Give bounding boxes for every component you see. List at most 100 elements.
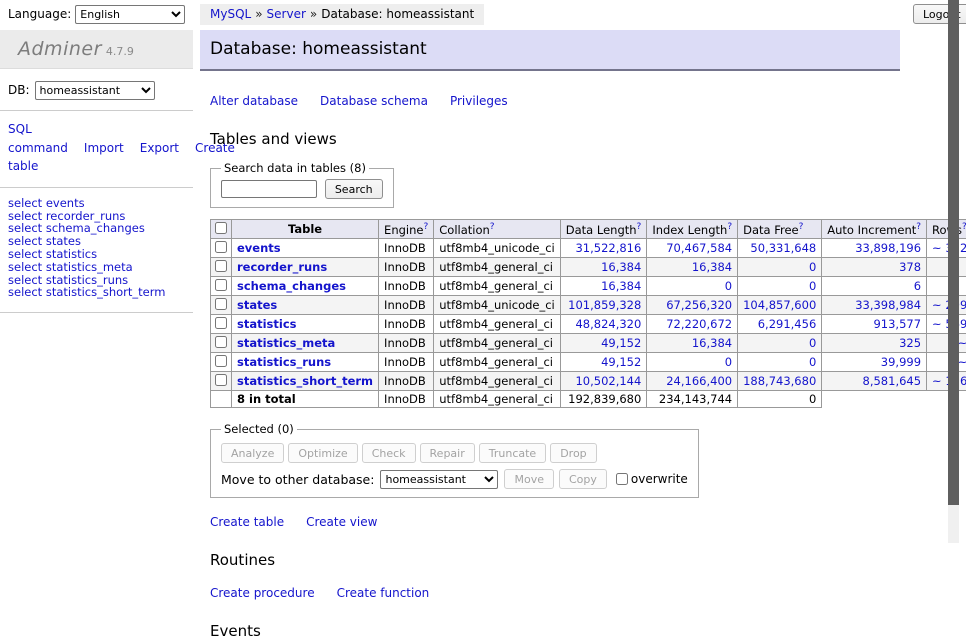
data-free-link[interactable]: 50,331,648 (750, 241, 816, 255)
index-length-link[interactable]: 72,220,672 (666, 317, 732, 331)
row-checkbox[interactable] (215, 260, 227, 272)
select-all-checkbox[interactable] (215, 222, 227, 234)
row-checkbox[interactable] (215, 374, 227, 386)
drop-button[interactable]: Drop (550, 443, 596, 463)
help-icon[interactable]: ? (916, 222, 921, 232)
index-length-link[interactable]: 24,166,400 (666, 374, 732, 388)
data-free-link[interactable]: 104,857,600 (743, 298, 816, 312)
search-button[interactable]: Search (325, 179, 383, 199)
table-name-link-states[interactable]: states (237, 298, 277, 312)
data-length-link[interactable]: 48,824,320 (575, 317, 641, 331)
link-create-view[interactable]: Create view (306, 515, 377, 529)
data-length-link[interactable]: 16,384 (601, 260, 641, 274)
move-button[interactable]: Move (504, 469, 554, 489)
data-free-link[interactable]: 0 (809, 260, 816, 274)
auto-increment-link[interactable]: 8,581,645 (863, 374, 922, 388)
scrollbar-thumb[interactable] (948, 0, 959, 505)
table-name-link-schema-changes[interactable]: schema_changes (237, 279, 346, 293)
truncate-button[interactable]: Truncate (479, 443, 546, 463)
link-privileges[interactable]: Privileges (450, 94, 508, 108)
link-database-schema[interactable]: Database schema (320, 94, 428, 108)
index-length-link[interactable]: 70,467,584 (666, 241, 732, 255)
data-length-link[interactable]: 101,859,328 (568, 298, 641, 312)
table-name-link-statistics-short-term[interactable]: statistics_short_term (237, 374, 373, 388)
row-checkbox[interactable] (215, 298, 227, 310)
index-length-link[interactable]: 0 (725, 355, 732, 369)
table-name-link-events[interactable]: events (237, 241, 281, 255)
column-header-table: Table (232, 220, 379, 239)
auto-increment-link[interactable]: 33,898,196 (855, 241, 921, 255)
optimize-button[interactable]: Optimize (288, 443, 357, 463)
help-icon[interactable]: ? (727, 222, 732, 232)
copy-button[interactable]: Copy (559, 469, 607, 489)
auto-increment-link[interactable]: 33,398,984 (855, 298, 921, 312)
db-select[interactable]: homeassistant (35, 81, 155, 100)
index-length-link[interactable]: 0 (725, 279, 732, 293)
auto-increment-link[interactable]: 6 (914, 279, 921, 293)
row-checkbox[interactable] (215, 241, 227, 253)
tables-list-table: TableEngine?Collation?Data Length?Index … (210, 219, 966, 408)
adminer-logo-name[interactable]: Adminer (18, 38, 102, 60)
data-length-link[interactable]: 16,384 (601, 279, 641, 293)
check-button[interactable]: Check (362, 443, 416, 463)
sidebar-select-link-statistics-short-term[interactable]: select (8, 285, 42, 299)
export-link[interactable]: Export (140, 141, 179, 155)
link-create-function[interactable]: Create function (337, 586, 430, 600)
table-name-cell: statistics_meta (232, 334, 379, 353)
data-free-link[interactable]: 6,291,456 (758, 317, 817, 331)
index-length-link[interactable]: 16,384 (692, 260, 732, 274)
help-icon[interactable]: ? (490, 222, 495, 232)
repair-button[interactable]: Repair (420, 443, 475, 463)
breadcrumb-server-link[interactable]: Server (267, 7, 306, 21)
row-checkbox[interactable] (215, 336, 227, 348)
data-length-link[interactable]: 10,502,144 (575, 374, 641, 388)
row-checkbox[interactable] (215, 317, 227, 329)
auto-increment-link[interactable]: 378 (899, 260, 921, 274)
data-free-link[interactable]: 188,743,680 (743, 374, 816, 388)
data-length-link[interactable]: 49,152 (601, 355, 641, 369)
overwrite-checkbox[interactable] (616, 473, 628, 485)
breadcrumb-mysql-link[interactable]: MySQL (210, 7, 251, 21)
link-alter-database[interactable]: Alter database (210, 94, 298, 108)
select-all-cell (211, 220, 232, 239)
data-free-link[interactable]: 0 (809, 336, 816, 350)
index-length-link[interactable]: 16,384 (692, 336, 732, 350)
search-input[interactable] (221, 180, 317, 198)
auto-increment-cell: 39,999 (822, 353, 927, 372)
help-icon[interactable]: ? (423, 222, 428, 232)
link-create-table[interactable]: Create table (210, 515, 284, 529)
data-free-link[interactable]: 0 (809, 279, 816, 293)
auto-increment-link[interactable]: 325 (899, 336, 921, 350)
data-length-link[interactable]: 49,152 (601, 336, 641, 350)
auto-increment-link[interactable]: 39,999 (881, 355, 921, 369)
table-name-link-statistics-meta[interactable]: statistics_meta (237, 336, 335, 350)
table-name-link-statistics[interactable]: statistics (237, 317, 297, 331)
tables-body: eventsInnoDButf8mb4_unicode_ci31,522,816… (211, 239, 966, 391)
vertical-scrollbar[interactable] (948, 0, 959, 543)
link-create-procedure[interactable]: Create procedure (210, 586, 315, 600)
row-checkbox[interactable] (215, 279, 227, 291)
sidebar-table-link-statistics-short-term[interactable]: statistics_short_term (46, 285, 166, 299)
adminer-logo: Adminer4.7.9 (0, 30, 193, 69)
analyze-button[interactable]: Analyze (221, 443, 284, 463)
column-header-data-free: Data Free? (738, 220, 822, 239)
column-header-data-length: Data Length? (560, 220, 647, 239)
index-length-link[interactable]: 67,256,320 (666, 298, 732, 312)
sql-command-link[interactable]: SQL command (8, 122, 68, 155)
data-free-link[interactable]: 0 (809, 355, 816, 369)
row-checkbox[interactable] (215, 355, 227, 367)
auto-increment-link[interactable]: 913,577 (873, 317, 921, 331)
move-db-select[interactable]: homeassistant (380, 470, 498, 489)
index-length-cell: 0 (647, 277, 738, 296)
table-name-link-statistics-runs[interactable]: statistics_runs (237, 355, 331, 369)
help-icon[interactable]: ? (962, 222, 966, 232)
import-link[interactable]: Import (84, 141, 124, 155)
language-select[interactable]: English (75, 5, 185, 24)
table-name-link-recorder-runs[interactable]: recorder_runs (237, 260, 327, 274)
totals-empty-cell (211, 391, 232, 408)
column-header-collation: Collation? (434, 220, 561, 239)
table-row-states: statesInnoDButf8mb4_unicode_ci101,859,32… (211, 296, 966, 315)
help-icon[interactable]: ? (799, 222, 804, 232)
help-icon[interactable]: ? (637, 222, 642, 232)
data-length-link[interactable]: 31,522,816 (575, 241, 641, 255)
